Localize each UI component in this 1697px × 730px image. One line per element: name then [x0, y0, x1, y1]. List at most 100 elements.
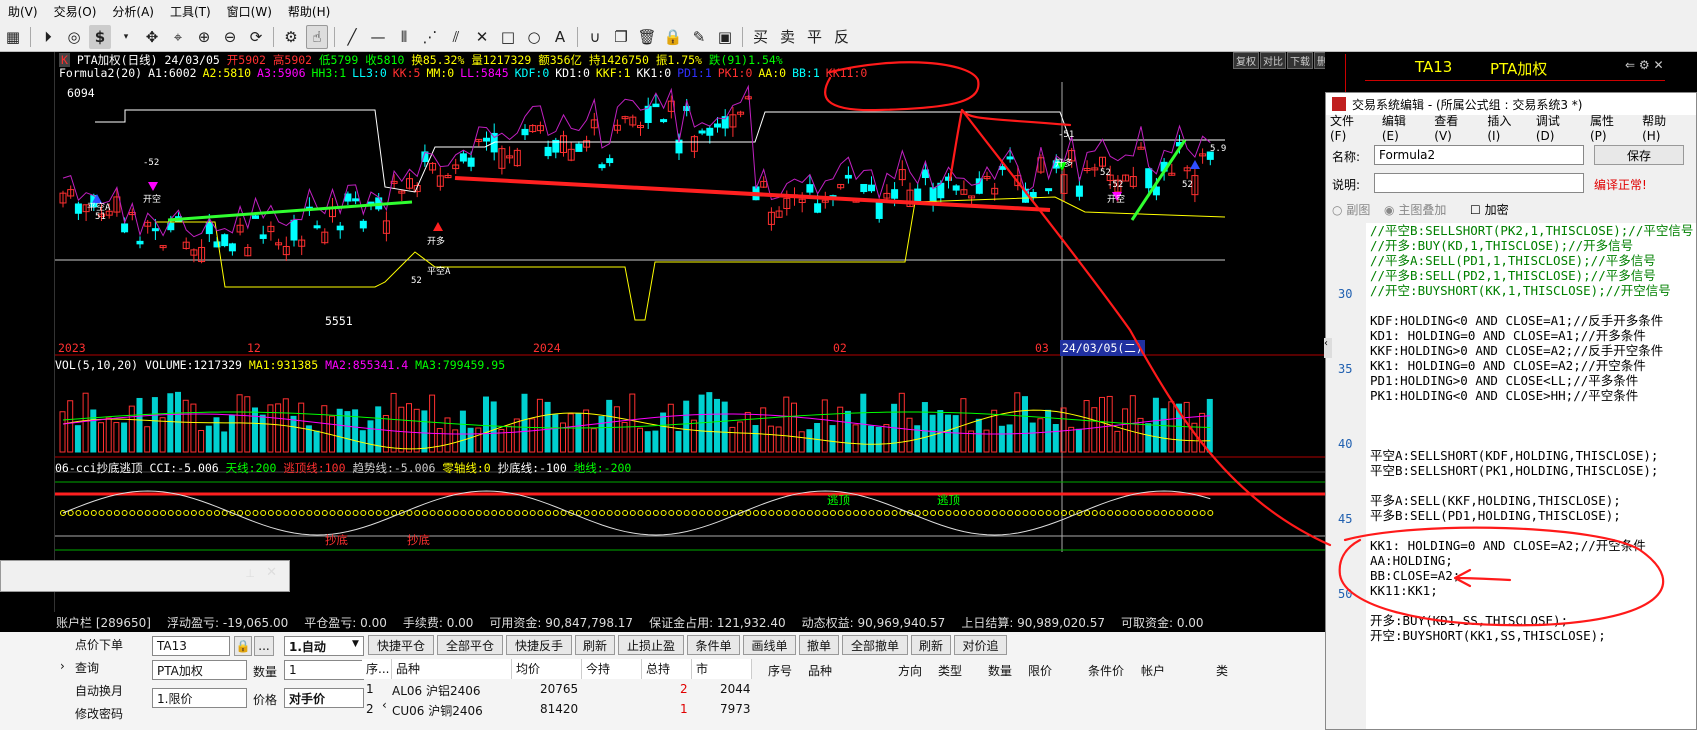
position-header-3[interactable]: 今持	[582, 659, 642, 679]
hand-icon[interactable]: ☝	[306, 24, 328, 49]
chevron-down-icon[interactable]: ▼	[352, 639, 359, 649]
menu-item-3[interactable]: 工具(T)	[162, 3, 219, 20]
nav-change-password[interactable]: 修改密码	[75, 705, 123, 722]
order-header-7[interactable]: 帐户	[1141, 662, 1165, 679]
trade-button-5[interactable]: 条件单	[687, 635, 740, 655]
position-header-4[interactable]: 总持	[642, 659, 692, 679]
nav-auto-roll[interactable]: 自动换月	[75, 682, 123, 699]
trade-button-1[interactable]: 全部平仓	[437, 635, 503, 655]
nav-query[interactable]: 查询	[75, 659, 99, 676]
menu-item-2[interactable]: 分析(A)	[104, 3, 162, 20]
copy-icon[interactable]: ❐	[610, 25, 632, 49]
desc-input[interactable]	[1374, 173, 1584, 193]
price-input[interactable]: 对手价	[284, 688, 364, 708]
chevron-left-icon[interactable]: ‹	[382, 698, 387, 712]
delete-icon[interactable]: 🗑	[636, 25, 658, 49]
position-header-5[interactable]: 市	[692, 659, 752, 679]
lock-icon[interactable]: 🔒	[662, 25, 684, 49]
gear-icon[interactable]: ⚙	[280, 25, 302, 49]
radio-main-overlay[interactable]: ◉ 主图叠加	[1384, 201, 1446, 218]
zoom-out-icon[interactable]: ⊖	[219, 25, 241, 49]
chart-btn-1[interactable]: 对比	[1260, 52, 1286, 69]
flat-button[interactable]: 平	[803, 25, 826, 49]
trade-button-6[interactable]: 画线单	[743, 635, 796, 655]
editor-menu-item-5[interactable]: 属性(P)	[1590, 112, 1630, 143]
editor-menu-item-2[interactable]: 查看(V)	[1434, 112, 1475, 143]
order-header-3[interactable]: 类型	[938, 662, 962, 679]
trade-button-10[interactable]: 对价追	[954, 635, 1007, 655]
trade-button-9[interactable]: 刷新	[911, 635, 951, 655]
position-header-2[interactable]: 均价	[512, 659, 582, 679]
vlines-tool-icon[interactable]: ⦀	[393, 25, 415, 49]
trade-button-3[interactable]: 刷新	[575, 635, 615, 655]
chart-btn-0[interactable]: 复权	[1233, 52, 1259, 69]
target-icon[interactable]: ◎	[63, 25, 85, 49]
menu-item-0[interactable]: 助(V)	[0, 3, 46, 20]
circle-tool-icon[interactable]: ○	[523, 25, 545, 49]
sell-button[interactable]: 卖	[776, 25, 799, 49]
order-header-2[interactable]: 方向	[898, 662, 922, 679]
fan-tool-icon[interactable]: ⋰	[419, 25, 441, 49]
rect-tool-icon[interactable]: □	[497, 25, 519, 49]
trade-button-4[interactable]: 止损止盈	[618, 635, 684, 655]
close-icon[interactable]: ✕	[266, 565, 277, 580]
menu-item-5[interactable]: 帮助(H)	[280, 3, 338, 20]
formula-name-input[interactable]: Formula2	[1374, 145, 1584, 165]
position-header-0[interactable]: 序...	[362, 659, 392, 679]
trade-button-2[interactable]: 快捷反手	[506, 635, 572, 655]
measure-tool-icon[interactable]: ✕	[471, 25, 493, 49]
refresh-icon[interactable]: ⟳	[245, 25, 267, 49]
crosshair-icon[interactable]: ⌖	[167, 25, 189, 49]
text-tool-icon[interactable]: A	[549, 25, 571, 49]
order-header-1[interactable]: 品种	[808, 662, 832, 679]
order-header-4[interactable]: 数量	[988, 662, 1012, 679]
editor-menu-item-1[interactable]: 编辑(E)	[1382, 112, 1422, 143]
editor-menu-item-3[interactable]: 插入(I)	[1487, 112, 1523, 143]
menu-item-4[interactable]: 窗口(W)	[219, 3, 280, 20]
chevron-down-icon[interactable]: ▾	[115, 25, 137, 49]
radio-subchart[interactable]: ○ 副图	[1332, 201, 1370, 218]
grid-icon[interactable]: ▦	[2, 25, 24, 49]
qty-input[interactable]: 1	[284, 660, 364, 680]
save-button[interactable]: 保存	[1594, 145, 1684, 165]
play-icon[interactable]: ⏵	[37, 25, 59, 49]
magnet-icon[interactable]: ∪	[584, 25, 606, 49]
buy-button[interactable]: 买	[749, 25, 772, 49]
order-header-0[interactable]: 序号	[768, 662, 792, 679]
editor-menu-item-6[interactable]: 帮助(H)	[1642, 112, 1684, 143]
order-header-5[interactable]: 限价	[1028, 662, 1052, 679]
channel-tool-icon[interactable]: ⫽	[445, 25, 467, 49]
encrypt-checkbox[interactable]: ☐ 加密	[1470, 201, 1509, 218]
more-button[interactable]: ...	[254, 636, 274, 656]
formula-editor-window[interactable]: 交易系统编辑 - (所属公式组 : 交易系统3 *) 文件(F) 编辑(E) 查看(…	[1324, 92, 1697, 730]
dollar-button[interactable]: $	[89, 24, 111, 49]
code-input[interactable]: TA13	[152, 636, 230, 656]
editor-menu-item-4[interactable]: 调试(D)	[1536, 112, 1578, 143]
hline-tool-icon[interactable]: —	[367, 25, 389, 49]
save-icon[interactable]: ▣	[714, 25, 736, 49]
lock-icon[interactable]: 🔒	[234, 636, 252, 656]
menu-item-1[interactable]: 交易(O)	[46, 3, 105, 20]
zoom-in-icon[interactable]: ⊕	[193, 25, 215, 49]
collapse-arrow-icon[interactable]: ‹	[1324, 338, 1332, 358]
pen-icon[interactable]: ✎	[688, 25, 710, 49]
trade-button-7[interactable]: 撤单	[799, 635, 839, 655]
chevron-right-icon[interactable]: ›	[60, 659, 65, 673]
pin-icon[interactable]: ⊥	[245, 567, 255, 580]
order-type-select[interactable]: 1.限价	[152, 688, 247, 708]
line-tool-icon[interactable]: ╱	[341, 25, 363, 49]
editor-menu-item-0[interactable]: 文件(F)	[1330, 112, 1370, 143]
floating-panel[interactable]: ⊥ ✕	[0, 560, 290, 592]
order-header-8[interactable]: 类	[1216, 662, 1228, 679]
position-header-1[interactable]: 品种	[392, 659, 512, 679]
order-header-6[interactable]: 条件价	[1088, 662, 1124, 679]
quote-nav-icons[interactable]: ⇐ ⚙ ✕	[1625, 58, 1664, 72]
move-icon[interactable]: ✥	[141, 25, 163, 49]
kline-chart[interactable]: K PTA加权(日线) 24/03/05 开5902 高5902 低5799 收…	[55, 52, 1340, 612]
reverse-button[interactable]: 反	[830, 25, 853, 49]
code-editor[interactable]: //平空B:SELLSHORT(PK2,1,THISCLOSE);//平空信号 /…	[1366, 223, 1696, 729]
chart-btn-2[interactable]: 下载	[1287, 52, 1313, 69]
trade-button-8[interactable]: 全部撤单	[842, 635, 908, 655]
trade-button-0[interactable]: 快捷平仓	[368, 635, 434, 655]
nav-click-order[interactable]: 点价下单	[75, 636, 123, 653]
